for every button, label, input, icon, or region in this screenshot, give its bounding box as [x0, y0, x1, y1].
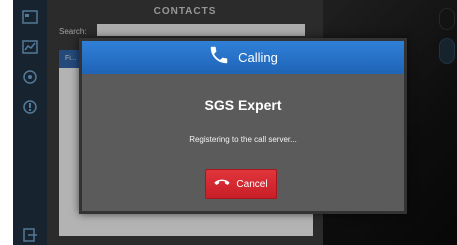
contact-name: SGS Expert [204, 97, 282, 113]
phone-icon [208, 44, 230, 71]
app-screen: CONTACTS Search: Fi... Calling SGS Exper… [13, 0, 457, 245]
cancel-button[interactable]: Cancel [205, 169, 277, 199]
cancel-label: Cancel [236, 178, 268, 190]
dialog-header: Calling [82, 41, 404, 74]
calling-dialog: Calling SGS Expert Registering to the ca… [79, 38, 407, 214]
hang-up-icon [214, 175, 230, 193]
dialog-title: Calling [238, 50, 278, 65]
call-status: Registering to the call server... [189, 135, 297, 144]
